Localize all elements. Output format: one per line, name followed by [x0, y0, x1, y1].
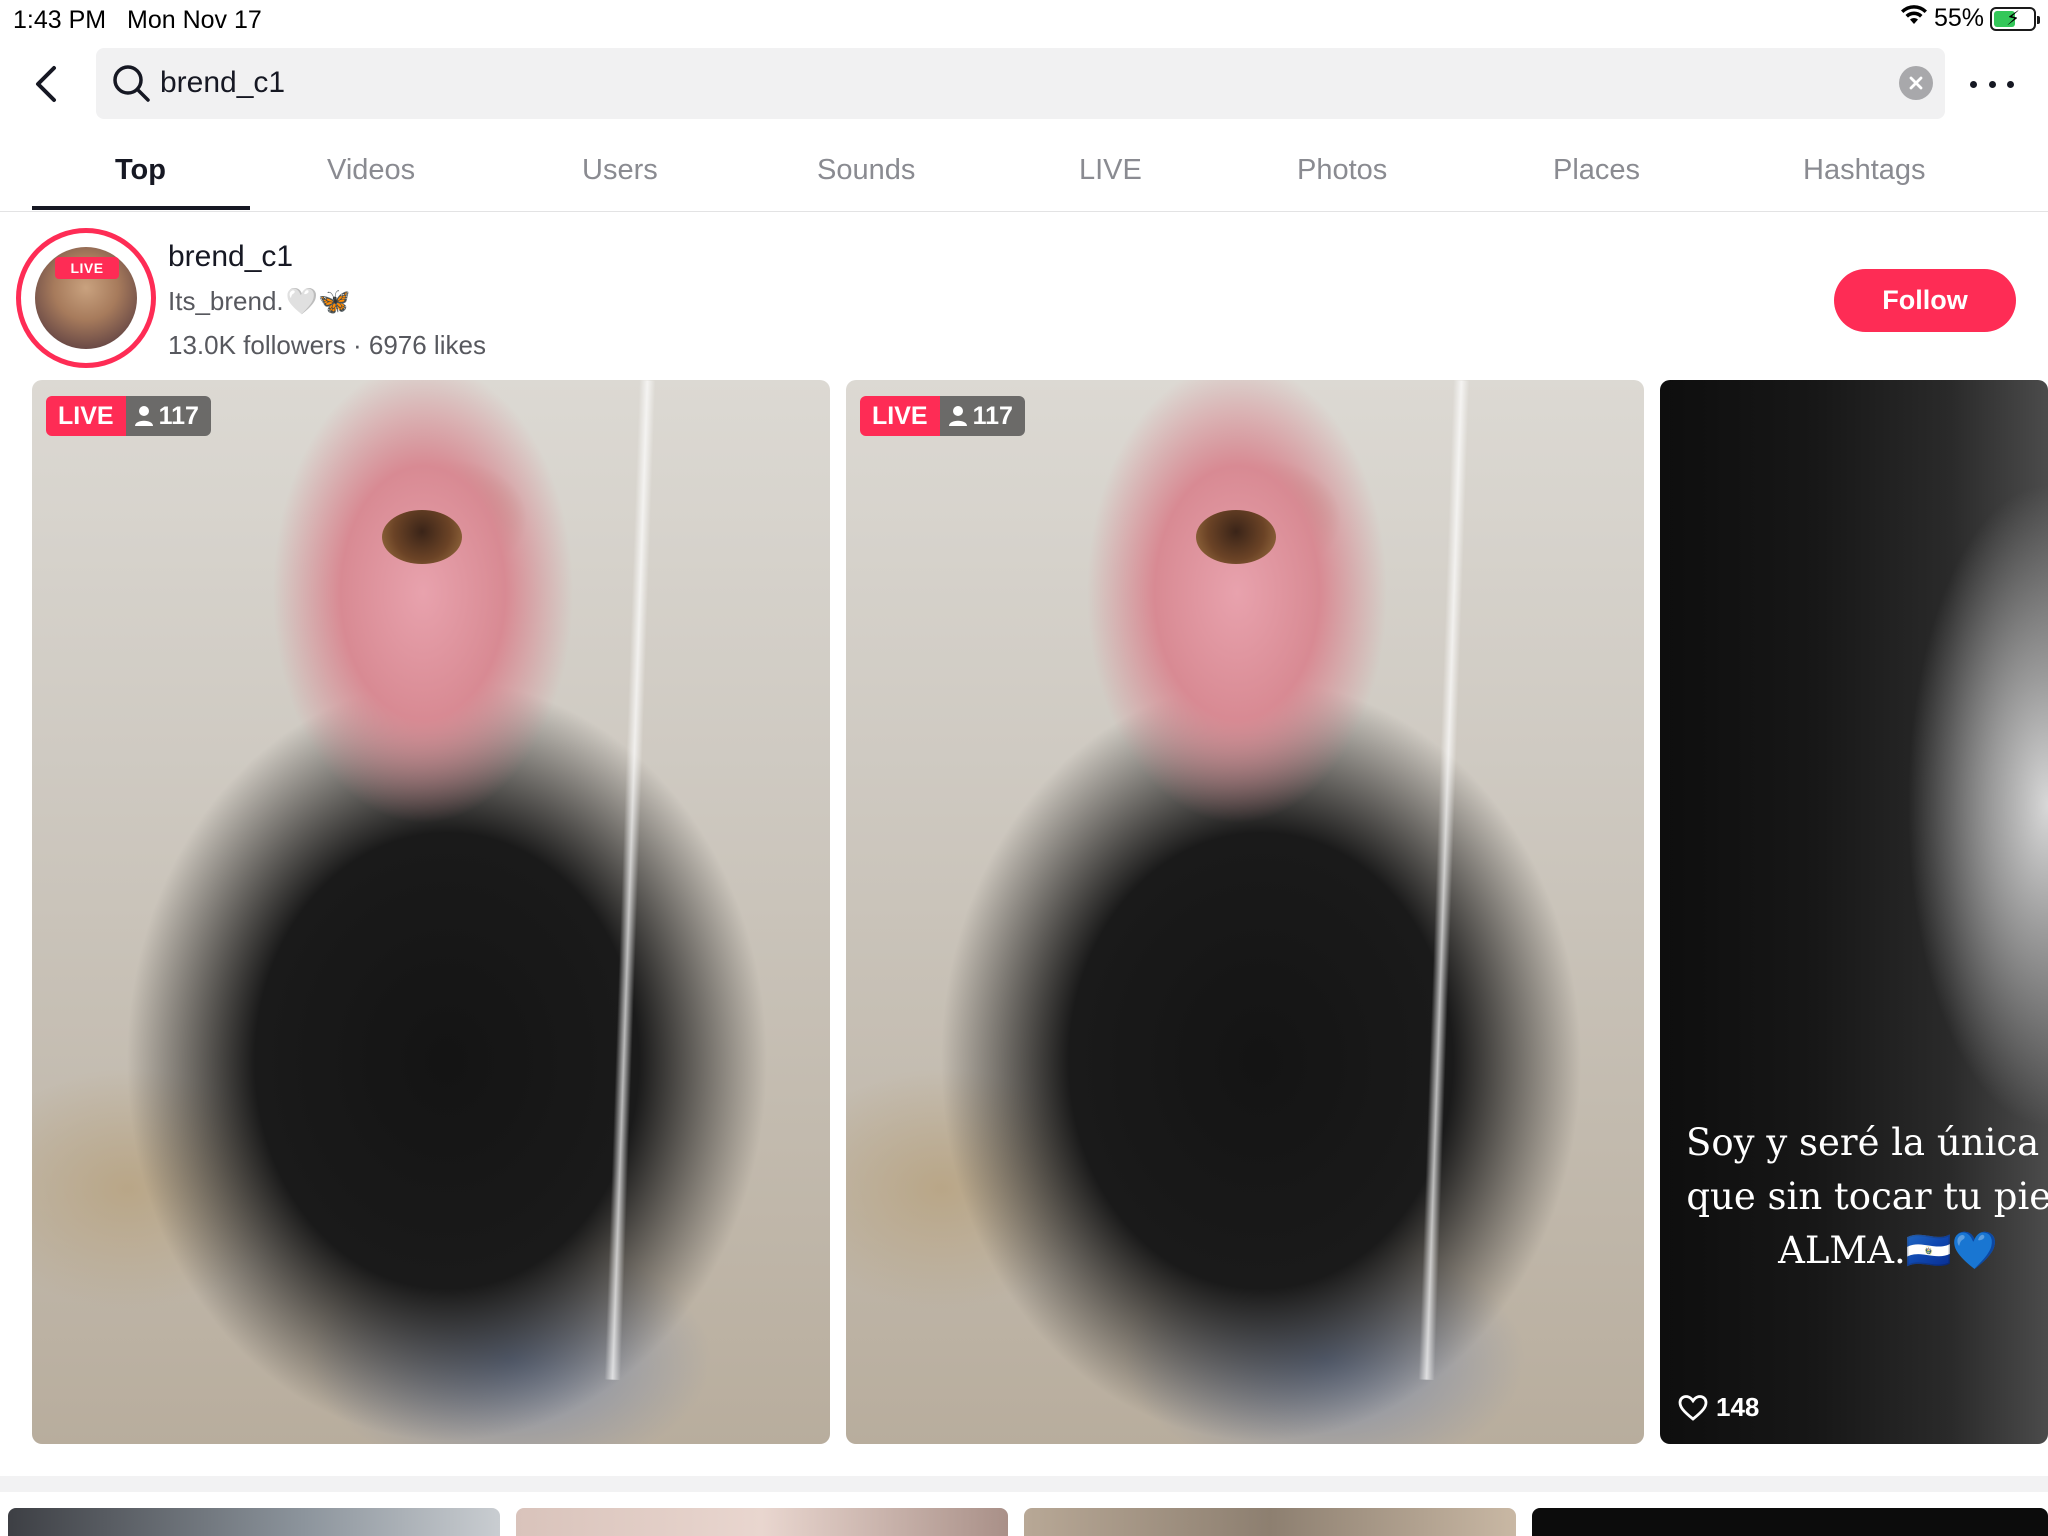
- viewer-count-value: 117: [158, 402, 199, 430]
- tab-live[interactable]: LIVE: [1079, 154, 1142, 187]
- search-tabs: Top Videos Users Sounds LIVE Photos Plac…: [0, 140, 2048, 212]
- viewer-count-value: 117: [972, 402, 1013, 430]
- username[interactable]: brend_c1: [168, 240, 293, 274]
- photo-post-card[interactable]: Soy y seré la única Bi que sin tocar tu …: [1660, 380, 2048, 1444]
- video-thumbnail[interactable]: [1532, 1508, 2048, 1536]
- clear-icon: [1909, 76, 1923, 90]
- person-icon: [948, 406, 967, 426]
- clear-search-button[interactable]: [1899, 66, 1933, 100]
- status-time: 1:43 PM: [13, 6, 107, 34]
- heart-icon: [1678, 1394, 1708, 1421]
- battery-percent: 55%: [1933, 4, 1984, 32]
- tab-videos[interactable]: Videos: [327, 154, 415, 187]
- live-video-card[interactable]: LIVE 117: [32, 380, 830, 1444]
- caption-line: que sin tocar tu piel t: [1686, 1175, 2048, 1218]
- video-thumbnail[interactable]: [1024, 1508, 1516, 1536]
- caption-line: Soy y seré la única Bi: [1686, 1121, 2048, 1164]
- post-caption: Soy y seré la única Bi que sin tocar tu …: [1668, 1116, 2048, 1278]
- video-thumbnail-detail: [1418, 380, 1470, 1380]
- more-icon-dot: [2007, 80, 2014, 88]
- bio-emoji: 🤍🦋: [285, 286, 351, 316]
- user-stats: 13.0K followers · 6976 likes: [168, 330, 486, 360]
- caption-line: ALMA.🇸🇻💙: [1778, 1229, 1998, 1272]
- tab-hashtags[interactable]: Hashtags: [1803, 154, 1926, 187]
- live-label: LIVE: [46, 396, 126, 436]
- avatar-live-badge: LIVE: [55, 257, 119, 279]
- bio-text: Its_brend.: [168, 286, 284, 316]
- more-options-button[interactable]: [1970, 66, 2014, 102]
- like-count: 148: [1678, 1392, 1759, 1423]
- tab-photos[interactable]: Photos: [1297, 154, 1387, 187]
- follow-button[interactable]: Follow: [1834, 269, 2016, 332]
- video-thumbnail-detail: [1196, 510, 1276, 564]
- like-count-value: 148: [1716, 1392, 1760, 1422]
- viewer-count: 117: [939, 396, 1025, 436]
- more-icon-dot: [1988, 80, 1996, 88]
- tab-top[interactable]: Top: [115, 154, 166, 187]
- live-video-card[interactable]: LIVE 117: [846, 380, 1644, 1444]
- battery-icon: ⚡: [1990, 6, 2040, 31]
- live-badge: LIVE 117: [860, 396, 1025, 436]
- search-bar[interactable]: [96, 48, 1945, 119]
- user-avatar[interactable]: LIVE: [16, 228, 156, 368]
- video-thumbnail[interactable]: [8, 1508, 500, 1536]
- section-separator: [0, 1476, 2048, 1492]
- video-thumbnail[interactable]: [516, 1508, 1008, 1536]
- more-icon-dot: [1970, 80, 1977, 88]
- video-thumbnail-detail: [382, 510, 462, 564]
- wifi-icon: [1900, 4, 1928, 33]
- tab-sounds[interactable]: Sounds: [817, 154, 915, 187]
- video-thumbnail-detail: [604, 380, 656, 1380]
- status-date: Mon Nov 17: [127, 6, 262, 34]
- tab-users[interactable]: Users: [582, 154, 658, 187]
- status-right: 55% ⚡: [1900, 4, 2040, 33]
- person-icon: [134, 406, 153, 426]
- status-bar: 1:43 PM Mon Nov 17 55% ⚡: [0, 0, 2048, 40]
- viewer-count: 117: [125, 396, 211, 436]
- tab-places[interactable]: Places: [1553, 154, 1640, 187]
- live-badge: LIVE 117: [46, 396, 211, 436]
- search-input[interactable]: [160, 60, 1760, 106]
- active-tab-indicator: [32, 206, 250, 210]
- user-bio: Its_brend. 🤍🦋: [168, 286, 350, 317]
- back-arrow-icon: [36, 66, 56, 102]
- search-icon: [110, 62, 152, 109]
- live-label: LIVE: [860, 396, 940, 436]
- back-button[interactable]: [28, 64, 64, 104]
- search-results-screen: 1:43 PM Mon Nov 17 55% ⚡ brend_c1 Top Vi…: [0, 0, 2048, 1536]
